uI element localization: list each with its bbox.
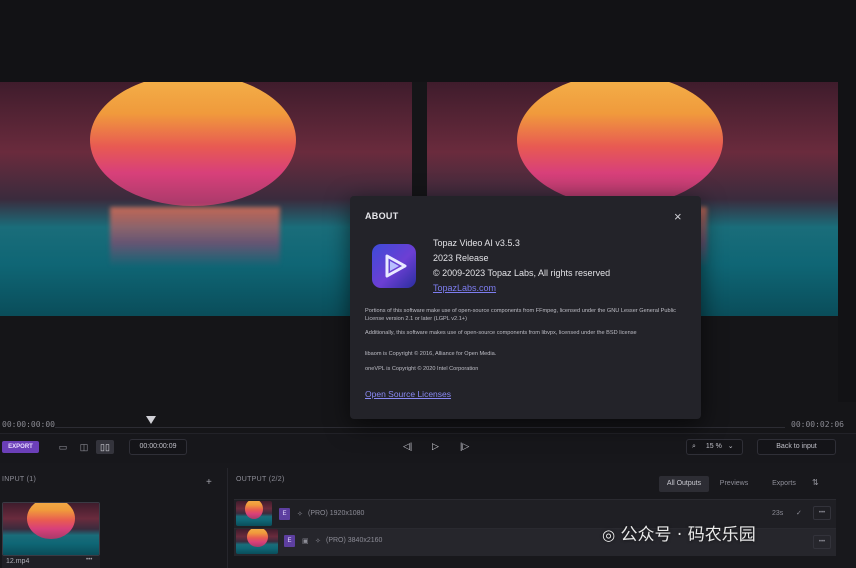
export-button[interactable]: EXPORT (2, 441, 39, 453)
input-thumbnail[interactable] (2, 502, 100, 556)
enhance-badge: E (284, 535, 295, 547)
step-back-icon[interactable]: ◁| (403, 441, 412, 452)
watermark-text: 公众号 · 码农乐园 (620, 525, 756, 545)
timecode-field[interactable]: 00:00:00:09 (129, 439, 187, 455)
add-input-button[interactable]: + (206, 477, 212, 488)
play-logo-icon (385, 254, 407, 278)
tab-all-outputs[interactable]: All Outputs (659, 476, 709, 492)
about-dialog: ABOUT × Topaz Video AI v3.5.3 2023 Relea… (350, 196, 701, 419)
input-panel-title: INPUT (1) (2, 476, 37, 483)
wechat-icon: ◎ (602, 526, 616, 544)
libaom-notice: libaom is Copyright © 2016, Alliance for… (365, 351, 497, 357)
zoom-select[interactable]: ⌕ 15 % ⌄ (686, 439, 743, 455)
zoom-icon: ⌕ (692, 443, 696, 450)
split-view-icon[interactable]: ◫ (75, 440, 93, 454)
ffmpeg-notice: Portions of this software make use of op… (365, 308, 676, 322)
right-strip (838, 82, 856, 412)
tab-previews[interactable]: Previews (712, 476, 756, 492)
libvpx-notice: Additionally, this software makes use of… (365, 330, 637, 336)
back-to-input-button[interactable]: Back to input (757, 439, 836, 455)
output-more-button[interactable]: ••• (813, 506, 831, 520)
tab-exports[interactable]: Exports (762, 476, 806, 492)
panel-divider (227, 468, 228, 568)
timeline-start-time: 00:00:00:00 (2, 420, 55, 429)
close-icon[interactable]: × (674, 209, 682, 224)
step-forward-icon[interactable]: |▷ (460, 441, 469, 452)
single-view-icon[interactable]: ▭ (54, 440, 72, 454)
play-icon[interactable]: ▷ (432, 441, 439, 452)
timeline-ruler[interactable] (55, 424, 785, 428)
output-more-button[interactable]: ••• (813, 535, 831, 549)
app-logo (372, 244, 416, 288)
top-bar (0, 0, 856, 82)
playhead-icon[interactable] (146, 416, 156, 424)
check-icon: ✓ (796, 510, 802, 517)
release-year: 2023 Release (433, 253, 489, 263)
copyright-text: © 2009-2023 Topaz Labs, All rights reser… (433, 268, 611, 278)
zoom-value: 15 % (705, 443, 722, 450)
side-by-side-icon[interactable]: ▯▯ (96, 440, 114, 454)
sort-icon[interactable]: ⇅ (812, 478, 819, 487)
input-more-button[interactable]: ••• (86, 557, 92, 563)
chevron-down-icon: ⌄ (727, 443, 734, 450)
output-thumbnail (236, 529, 278, 554)
output-panel-title: OUTPUT (2/2) (236, 476, 285, 483)
open-source-licenses-link[interactable]: Open Source Licenses (365, 389, 451, 399)
output-thumbnail (236, 501, 272, 526)
website-link[interactable]: TopazLabs.com (433, 283, 496, 293)
input-file-name: 12.mp4 (6, 558, 30, 565)
output-desc: (PRO) 3840x2160 (326, 537, 383, 544)
product-version: Topaz Video AI v3.5.3 (433, 238, 520, 248)
output-desc: (PRO) 1920x1080 (308, 510, 365, 517)
enhance-badge: E (279, 508, 290, 520)
output-time: 23s (772, 510, 784, 517)
sparkle-icon: ✧ (297, 511, 303, 518)
timeline-end-time: 00:00:02:06 (791, 420, 844, 429)
watermark: ◎ 公众号 · 码农乐园 (602, 520, 756, 545)
sparkle-icon: ✧ (315, 538, 321, 545)
dialog-title: ABOUT (365, 211, 399, 221)
onevpl-notice: oneVPL is Copyright © 2020 Intel Corpora… (365, 366, 479, 372)
media-icon: ▣ (302, 538, 309, 545)
